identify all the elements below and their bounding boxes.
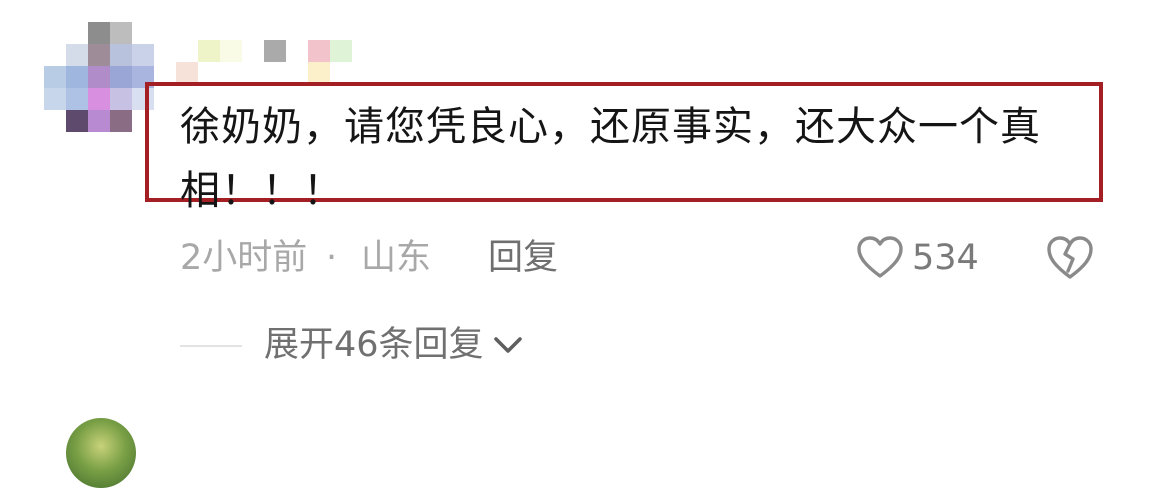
avatar-pixel — [66, 66, 88, 88]
avatar-pixel — [44, 66, 66, 88]
comment-text: 徐奶奶，请您凭良心，还原事实，还大众一个真相！！！ — [180, 104, 1041, 214]
heart-outline-icon — [857, 236, 903, 278]
username[interactable] — [176, 40, 366, 84]
expand-divider-line — [180, 345, 242, 347]
like-button[interactable]: 534 — [856, 232, 979, 284]
expand-replies-label: 展开46条回复 — [264, 325, 484, 365]
avatar-pixel — [110, 44, 132, 66]
avatar-pixel — [88, 88, 110, 110]
avatar-pixel — [88, 110, 110, 132]
username-pixel — [308, 40, 330, 62]
avatar-pixel — [110, 88, 132, 110]
next-comment-avatar[interactable] — [66, 418, 136, 488]
like-count: 534 — [912, 238, 979, 278]
meta-separator: · — [326, 238, 338, 278]
comment-location: 山东 — [361, 238, 432, 278]
chevron-down-icon — [493, 337, 522, 353]
avatar[interactable] — [44, 22, 156, 134]
avatar-pixel — [88, 44, 110, 66]
avatar-pixel — [44, 88, 66, 110]
dislike-button[interactable] — [1045, 234, 1095, 282]
username-pixel — [220, 40, 242, 62]
reply-button[interactable]: 回复 — [488, 236, 558, 280]
avatar-pixel — [88, 22, 110, 44]
avatar-pixel — [110, 110, 132, 132]
avatar-pixel — [110, 66, 132, 88]
comment-time: 2小时前 — [180, 238, 308, 278]
avatar-pixel — [110, 22, 132, 44]
username-pixel — [308, 62, 330, 84]
avatar-pixel — [132, 44, 154, 66]
username-pixel — [330, 40, 352, 62]
username-pixel — [176, 62, 198, 84]
avatar-pixel — [66, 88, 88, 110]
avatar-pixel — [88, 66, 110, 88]
expand-replies-button[interactable]: 展开46条回复 — [264, 322, 524, 368]
username-pixel — [198, 40, 220, 62]
username-pixel — [264, 40, 286, 62]
avatar-pixel — [66, 44, 88, 66]
broken-heart-icon — [1047, 236, 1093, 279]
avatar-pixel — [66, 110, 88, 132]
